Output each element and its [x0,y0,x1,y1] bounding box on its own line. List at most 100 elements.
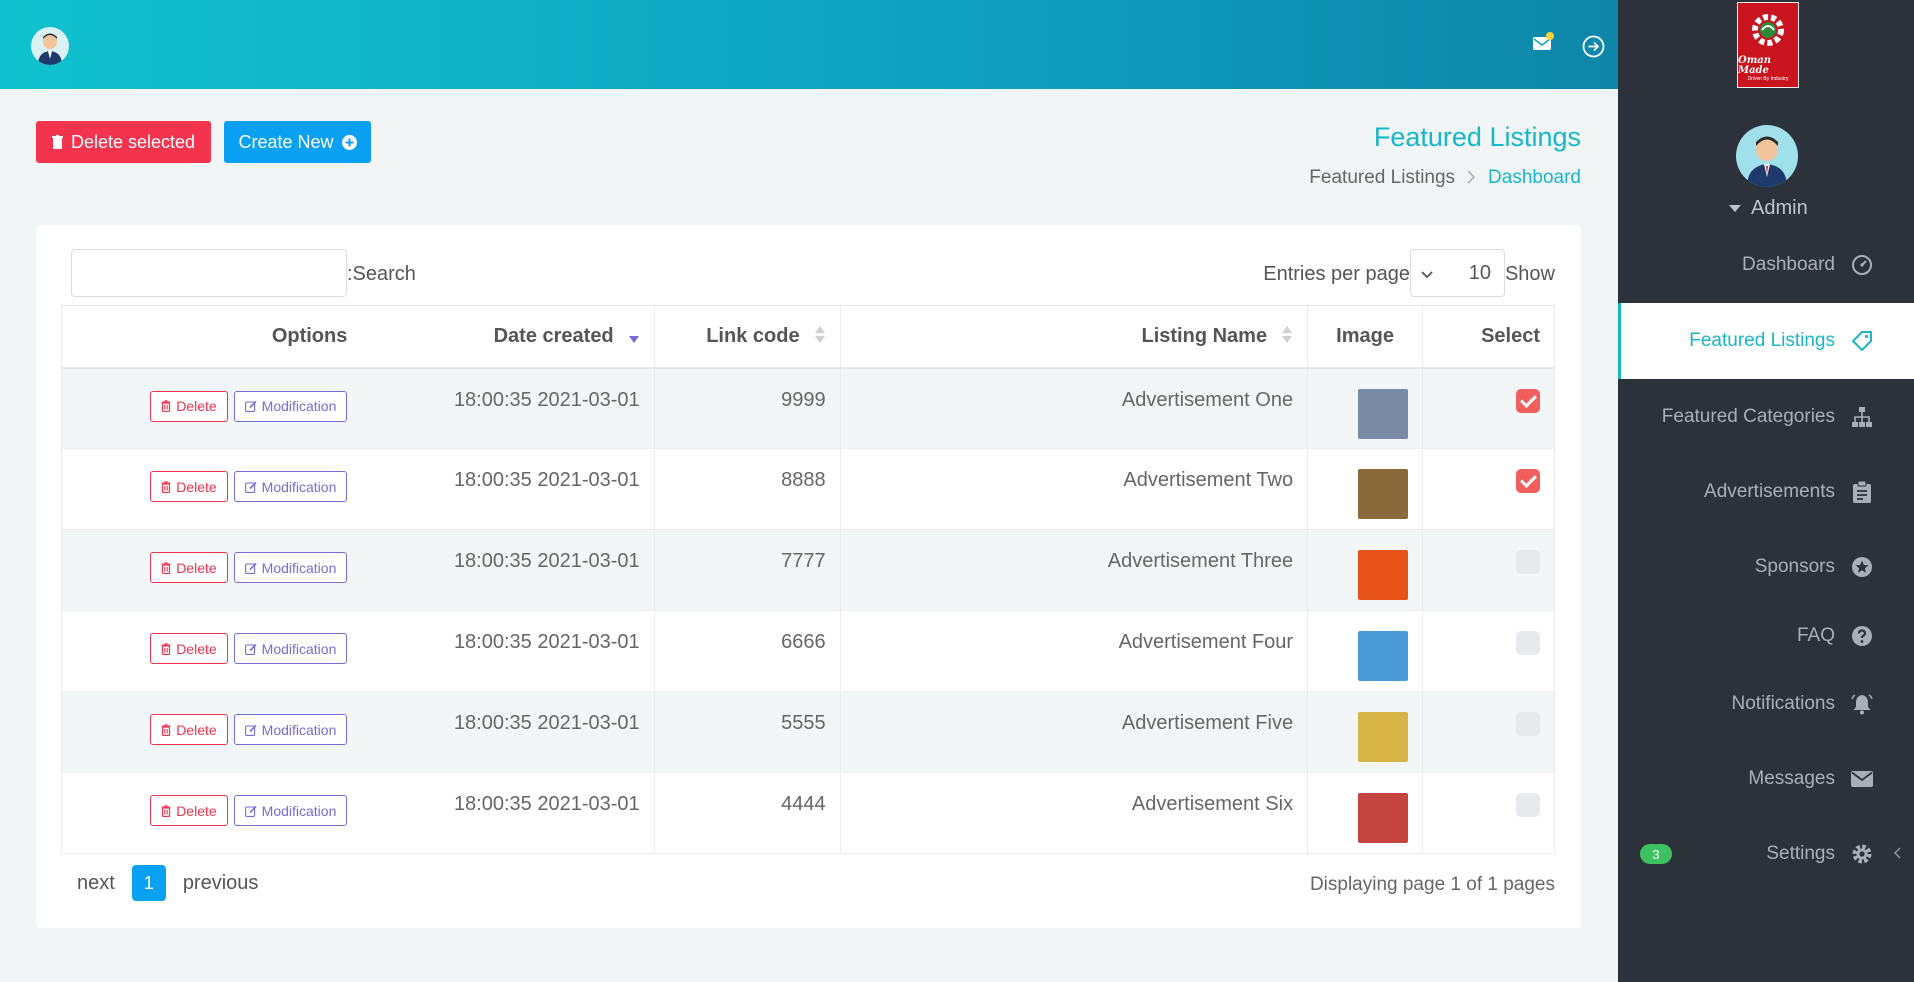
profile-menu-toggle[interactable]: Admin [1729,197,1808,220]
chevron-right-icon [1467,168,1476,189]
sort-descending-icon [628,326,640,346]
date-created-cell: 18:00:35 2021-03-01 [361,367,655,449]
brand-logo[interactable]: Oman Made Driven By Industry [1737,2,1799,88]
listing-name-cell: Advertisement Three [839,529,1308,611]
row-delete-button[interactable]: Delete [150,390,228,422]
pagination: next 1 previous [77,865,258,901]
row-delete-label: Delete [176,478,217,495]
row-delete-button[interactable]: Delete [150,552,228,583]
row-delete-button[interactable]: Delete [150,795,228,826]
table-row: Delete Modification 18:00:35 2021-03-01 … [61,448,1555,530]
chevron-down-icon [1421,262,1433,285]
select-cell [1422,367,1555,449]
edit-icon [244,481,257,493]
listing-name-cell: Advertisement Four [839,610,1308,692]
sidebar-item-label: Featured Listings [1689,330,1835,351]
page-title: Featured Listings [1373,122,1581,152]
column-header-link-code[interactable]: Link code [653,305,841,369]
column-header-listing-name[interactable]: Listing Name [839,305,1308,369]
sidebar-item-label: Sponsors [1754,556,1835,577]
listing-name-cell: Advertisement One [839,367,1308,449]
sidebar-item-messages[interactable]: Messages [1618,757,1914,801]
table-row: Delete Modification 18:00:35 2021-03-01 … [61,772,1555,854]
edit-icon [244,562,257,574]
listing-thumbnail[interactable] [1358,388,1409,439]
listings-table: Options Date created Link code Listing N… [61,305,1555,854]
listing-name-cell: Advertisement Five [839,691,1308,773]
listing-thumbnail[interactable] [1358,469,1409,519]
link-code-cell: 4444 [653,772,841,854]
row-select-checkbox[interactable] [1516,631,1540,655]
row-modification-button[interactable]: Modification [233,714,348,745]
row-modification-button[interactable]: Modification [233,633,348,664]
row-delete-label: Delete [176,802,217,819]
options-cell: Delete Modification [61,691,362,773]
sidebar-item-dashboard[interactable]: Dashboard [1618,243,1914,287]
sidebar-item-featured-categories[interactable]: Featured Categories [1618,395,1914,439]
pagination-page-1[interactable]: 1 [131,865,166,901]
listing-thumbnail[interactable] [1358,712,1409,762]
row-modification-button[interactable]: Modification [233,552,348,583]
table-row: Delete Modification 18:00:35 2021-03-01 … [61,691,1555,773]
table-header-row: Options Date created Link code Listing N… [61,305,1555,369]
row-modification-button[interactable]: Modification [233,471,348,502]
row-delete-button[interactable]: Delete [150,471,228,502]
sort-icon [814,326,826,346]
listing-name-cell: Advertisement Six [839,772,1308,854]
link-code-cell: 8888 [653,448,841,530]
row-modification-button[interactable]: Modification [233,795,348,826]
row-modification-button[interactable]: Modification [233,390,348,422]
sidebar-item-faq[interactable]: FAQ [1618,614,1914,658]
edit-icon [244,724,257,736]
date-created-cell: 18:00:35 2021-03-01 [361,529,655,611]
sidebar-item-notifications[interactable]: Notifications [1618,682,1914,726]
breadcrumb-item-featured-listings[interactable]: Featured Listings [1309,167,1455,189]
user-avatar[interactable] [31,27,69,65]
listing-thumbnail[interactable] [1358,550,1409,600]
row-select-checkbox[interactable] [1516,469,1540,493]
column-header-options: Options [61,305,362,369]
image-cell [1307,367,1423,449]
entries-per-page-select[interactable]: 10 [1410,249,1505,297]
row-select-checkbox[interactable] [1516,550,1540,574]
sidebar-item-label: Settings [1766,843,1835,864]
select-cell [1422,529,1555,611]
search-input[interactable] [71,249,347,297]
gear-logo-icon [1752,14,1784,46]
link-code-cell: 6666 [653,610,841,692]
row-modification-label: Modification [261,721,337,738]
breadcrumb-item-dashboard[interactable]: Dashboard [1488,167,1581,189]
column-header-date-created[interactable]: Date created [361,305,655,369]
link-code-cell: 7777 [653,529,841,611]
row-select-checkbox[interactable] [1516,793,1540,817]
profile-username: Admin [1751,197,1808,219]
listing-thumbnail[interactable] [1358,793,1409,843]
question-circle-icon [1850,624,1874,648]
star-circle-icon [1850,555,1874,579]
sidebar-item-advertisements[interactable]: Advertisements [1618,470,1914,514]
sidebar-item-sponsors[interactable]: Sponsors [1618,545,1914,589]
envelope-icon [1850,767,1874,791]
bell-icon [1850,692,1874,716]
sidebar-item-featured-listings[interactable]: Featured Listings [1618,303,1914,379]
sitemap-icon [1850,405,1874,429]
create-new-button[interactable]: Create New [224,121,371,163]
row-modification-label: Modification [261,640,337,657]
row-modification-label: Modification [261,802,337,819]
delete-selected-button[interactable]: Delete selected [36,121,211,163]
sidebar-item-settings[interactable]: 3 Settings [1618,832,1914,876]
date-created-cell: 18:00:35 2021-03-01 [361,772,655,854]
row-select-checkbox[interactable] [1516,388,1540,413]
row-delete-button[interactable]: Delete [150,633,228,664]
row-delete-label: Delete [176,721,217,738]
pagination-next[interactable]: next [77,872,115,895]
pagination-previous[interactable]: previous [183,872,259,895]
plus-circle-icon [341,134,357,150]
listing-thumbnail[interactable] [1358,631,1409,681]
settings-count-badge: 3 [1640,844,1672,864]
select-cell [1422,772,1555,854]
profile-avatar[interactable] [1736,125,1798,187]
row-select-checkbox[interactable] [1516,712,1540,736]
logout-circle-arrow-icon[interactable] [1582,35,1605,58]
row-delete-button[interactable]: Delete [150,714,228,745]
